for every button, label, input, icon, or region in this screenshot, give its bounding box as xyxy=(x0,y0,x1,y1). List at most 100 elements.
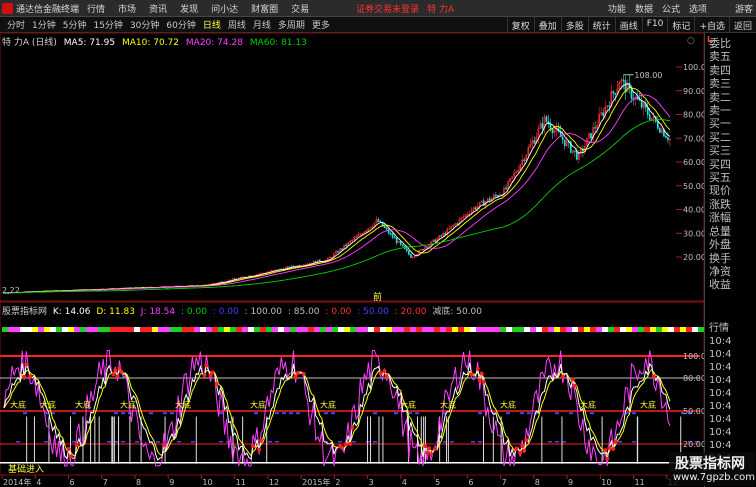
time-label: 9 xyxy=(568,478,573,487)
candle-body xyxy=(576,151,578,160)
v6-value: : 20.00 xyxy=(394,307,427,317)
indicator-tick-label: 20.00 xyxy=(683,440,704,449)
signal-band-segment xyxy=(230,327,236,332)
candle-body xyxy=(440,235,443,237)
signal-band-segment xyxy=(134,327,140,332)
candle-body xyxy=(456,223,459,225)
signal-band-segment xyxy=(524,327,530,332)
signal-band-segment xyxy=(596,327,602,332)
signal-band-segment xyxy=(104,327,110,332)
signal-band-segment xyxy=(416,327,422,332)
signal-band-segment xyxy=(176,327,182,332)
signal-band-segment xyxy=(2,327,8,332)
cross-dot xyxy=(301,371,306,376)
cross-dot xyxy=(161,443,166,448)
cross-dot xyxy=(560,374,565,379)
price-tick-label: 70.00 xyxy=(683,134,704,143)
tool-back[interactable]: 返回 xyxy=(728,17,756,33)
quote-label: 外盘 xyxy=(709,238,731,252)
signal-band-segment xyxy=(350,327,356,332)
cross-dot xyxy=(651,374,656,379)
signal-band-segment xyxy=(590,327,596,332)
tick-time-label: 10:4 xyxy=(709,375,732,386)
candle-body xyxy=(573,150,576,152)
candle-body xyxy=(383,225,386,228)
signal-band-segment xyxy=(374,327,380,332)
signal-band-segment xyxy=(494,327,500,332)
signal-band-segment xyxy=(464,327,470,332)
event-marker: 前 xyxy=(373,291,382,303)
signal-band-segment xyxy=(278,327,284,332)
cross-dot xyxy=(425,450,430,455)
candle-body xyxy=(523,159,526,161)
v2-value: : 100.00 xyxy=(244,307,282,317)
candle-body xyxy=(444,233,447,235)
cross-dot xyxy=(340,445,345,450)
indicator-header: 股票指标网 K: 14.06 D: 11.83 J: 18.54 : 0.00 … xyxy=(2,304,485,317)
signal-band-segment xyxy=(182,327,188,332)
signal-band-segment xyxy=(434,327,440,332)
cross-dot xyxy=(469,372,474,377)
candle-body xyxy=(648,114,651,120)
kline-chart[interactable]: 大底 大底 大底 大底 大底 大底 大底 大底 大底 大底 大底 大底基础进入 100.0 90.00 8… xyxy=(0,0,704,487)
candle-body xyxy=(612,91,615,94)
bottom-entry-label: 基础进入 xyxy=(8,463,44,475)
low-price-label: 2.22 xyxy=(2,286,20,295)
signal-band-segment xyxy=(254,327,260,332)
candle-body xyxy=(656,121,659,129)
candle-body xyxy=(497,195,499,197)
signal-band-segment xyxy=(578,327,584,332)
cross-dot xyxy=(433,446,438,451)
watermark-url: www.7gpzb.com xyxy=(673,472,755,483)
price-tick-label: 20.00 xyxy=(683,253,704,262)
signal-band-segment xyxy=(308,327,314,332)
candle-body xyxy=(659,128,661,133)
cross-dot xyxy=(204,363,209,368)
signal-band-segment xyxy=(164,327,170,332)
cross-dot xyxy=(607,446,612,451)
indicator-tick-label: 80.00 xyxy=(683,374,704,383)
tick-time-label: 10:4 xyxy=(709,440,732,451)
signal-band-segment xyxy=(242,327,248,332)
quote-label: 卖四 xyxy=(709,63,731,77)
candle-body xyxy=(614,93,617,95)
quote-label: 买二 xyxy=(709,130,731,144)
time-label: 5 xyxy=(435,478,440,487)
signal-band-segment xyxy=(32,327,38,332)
signal-band-segment xyxy=(266,327,272,332)
signal-band-segment xyxy=(554,327,560,332)
signal-band-segment xyxy=(44,327,50,332)
cross-dot xyxy=(259,438,264,443)
j-value: J: 18.54 xyxy=(140,307,176,317)
candle-body xyxy=(665,135,667,138)
quote-label: 卖二 xyxy=(709,90,731,104)
v4-value: : 0.00 xyxy=(325,307,352,317)
tick-time-label: 10:4 xyxy=(709,401,732,412)
signal-band-segment xyxy=(218,327,224,332)
candle-body xyxy=(590,133,592,139)
bottom-signal-label: 大底 xyxy=(175,400,191,410)
time-label: 10 xyxy=(601,478,611,487)
candle-body xyxy=(549,123,552,130)
signal-band-segment xyxy=(332,327,338,332)
time-label: 2015年 xyxy=(302,477,330,487)
cross-dot xyxy=(427,446,432,451)
signal-band-segment xyxy=(506,327,512,332)
signal-band-segment xyxy=(476,327,482,332)
signal-band-segment xyxy=(86,327,92,332)
watermark: 股票指标网 www.7gpzb.com xyxy=(669,452,755,486)
cross-dot xyxy=(603,448,608,453)
signal-band-segment xyxy=(620,327,626,332)
signal-band-segment xyxy=(542,327,548,332)
guest-user[interactable]: 游客 xyxy=(735,2,753,15)
signal-band-segment xyxy=(74,327,80,332)
quote-label: 换手 xyxy=(709,251,731,265)
signal-band-segment xyxy=(692,327,698,332)
bottom-signal-label: 大底 xyxy=(320,400,336,410)
candle-body xyxy=(594,127,596,129)
indicator-tick-label: 50.00 xyxy=(683,407,704,416)
cross-dot xyxy=(117,365,122,370)
tick-time-label: 10:4 xyxy=(709,362,732,373)
signal-band-segment xyxy=(284,327,290,332)
time-label: 8 xyxy=(535,478,540,487)
